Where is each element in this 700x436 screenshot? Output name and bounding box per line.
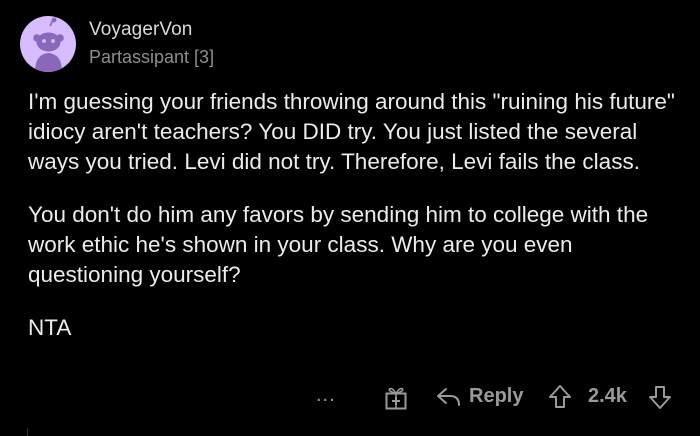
user-flair: Partassipant [3] [89, 47, 215, 67]
comment-body: I'm guessing your friends throwing aroun… [28, 87, 683, 366]
comment-paragraph: I'm guessing your friends throwing aroun… [28, 89, 675, 174]
thread-line [27, 428, 28, 436]
comment-paragraph: NTA [28, 315, 72, 340]
reply-button[interactable]: Reply [469, 385, 523, 408]
username[interactable]: VoyagerVon [89, 19, 192, 41]
vote-score: 2.4k [588, 385, 627, 407]
award-gift-icon[interactable] [384, 385, 408, 411]
avatar[interactable] [20, 16, 76, 72]
reply-arrow-icon[interactable] [436, 387, 462, 407]
more-options-button[interactable]: ... [316, 384, 336, 407]
comment-paragraph: You don't do him any favors by sending h… [28, 202, 649, 287]
comment: VoyagerVon Partassipant [3] I'm guessing… [0, 0, 700, 436]
comment-actions: ... Reply 2.4k [0, 380, 700, 416]
snoo-avatar-icon [33, 17, 64, 72]
upvote-arrow-icon[interactable] [548, 384, 572, 410]
downvote-arrow-icon[interactable] [648, 384, 672, 410]
